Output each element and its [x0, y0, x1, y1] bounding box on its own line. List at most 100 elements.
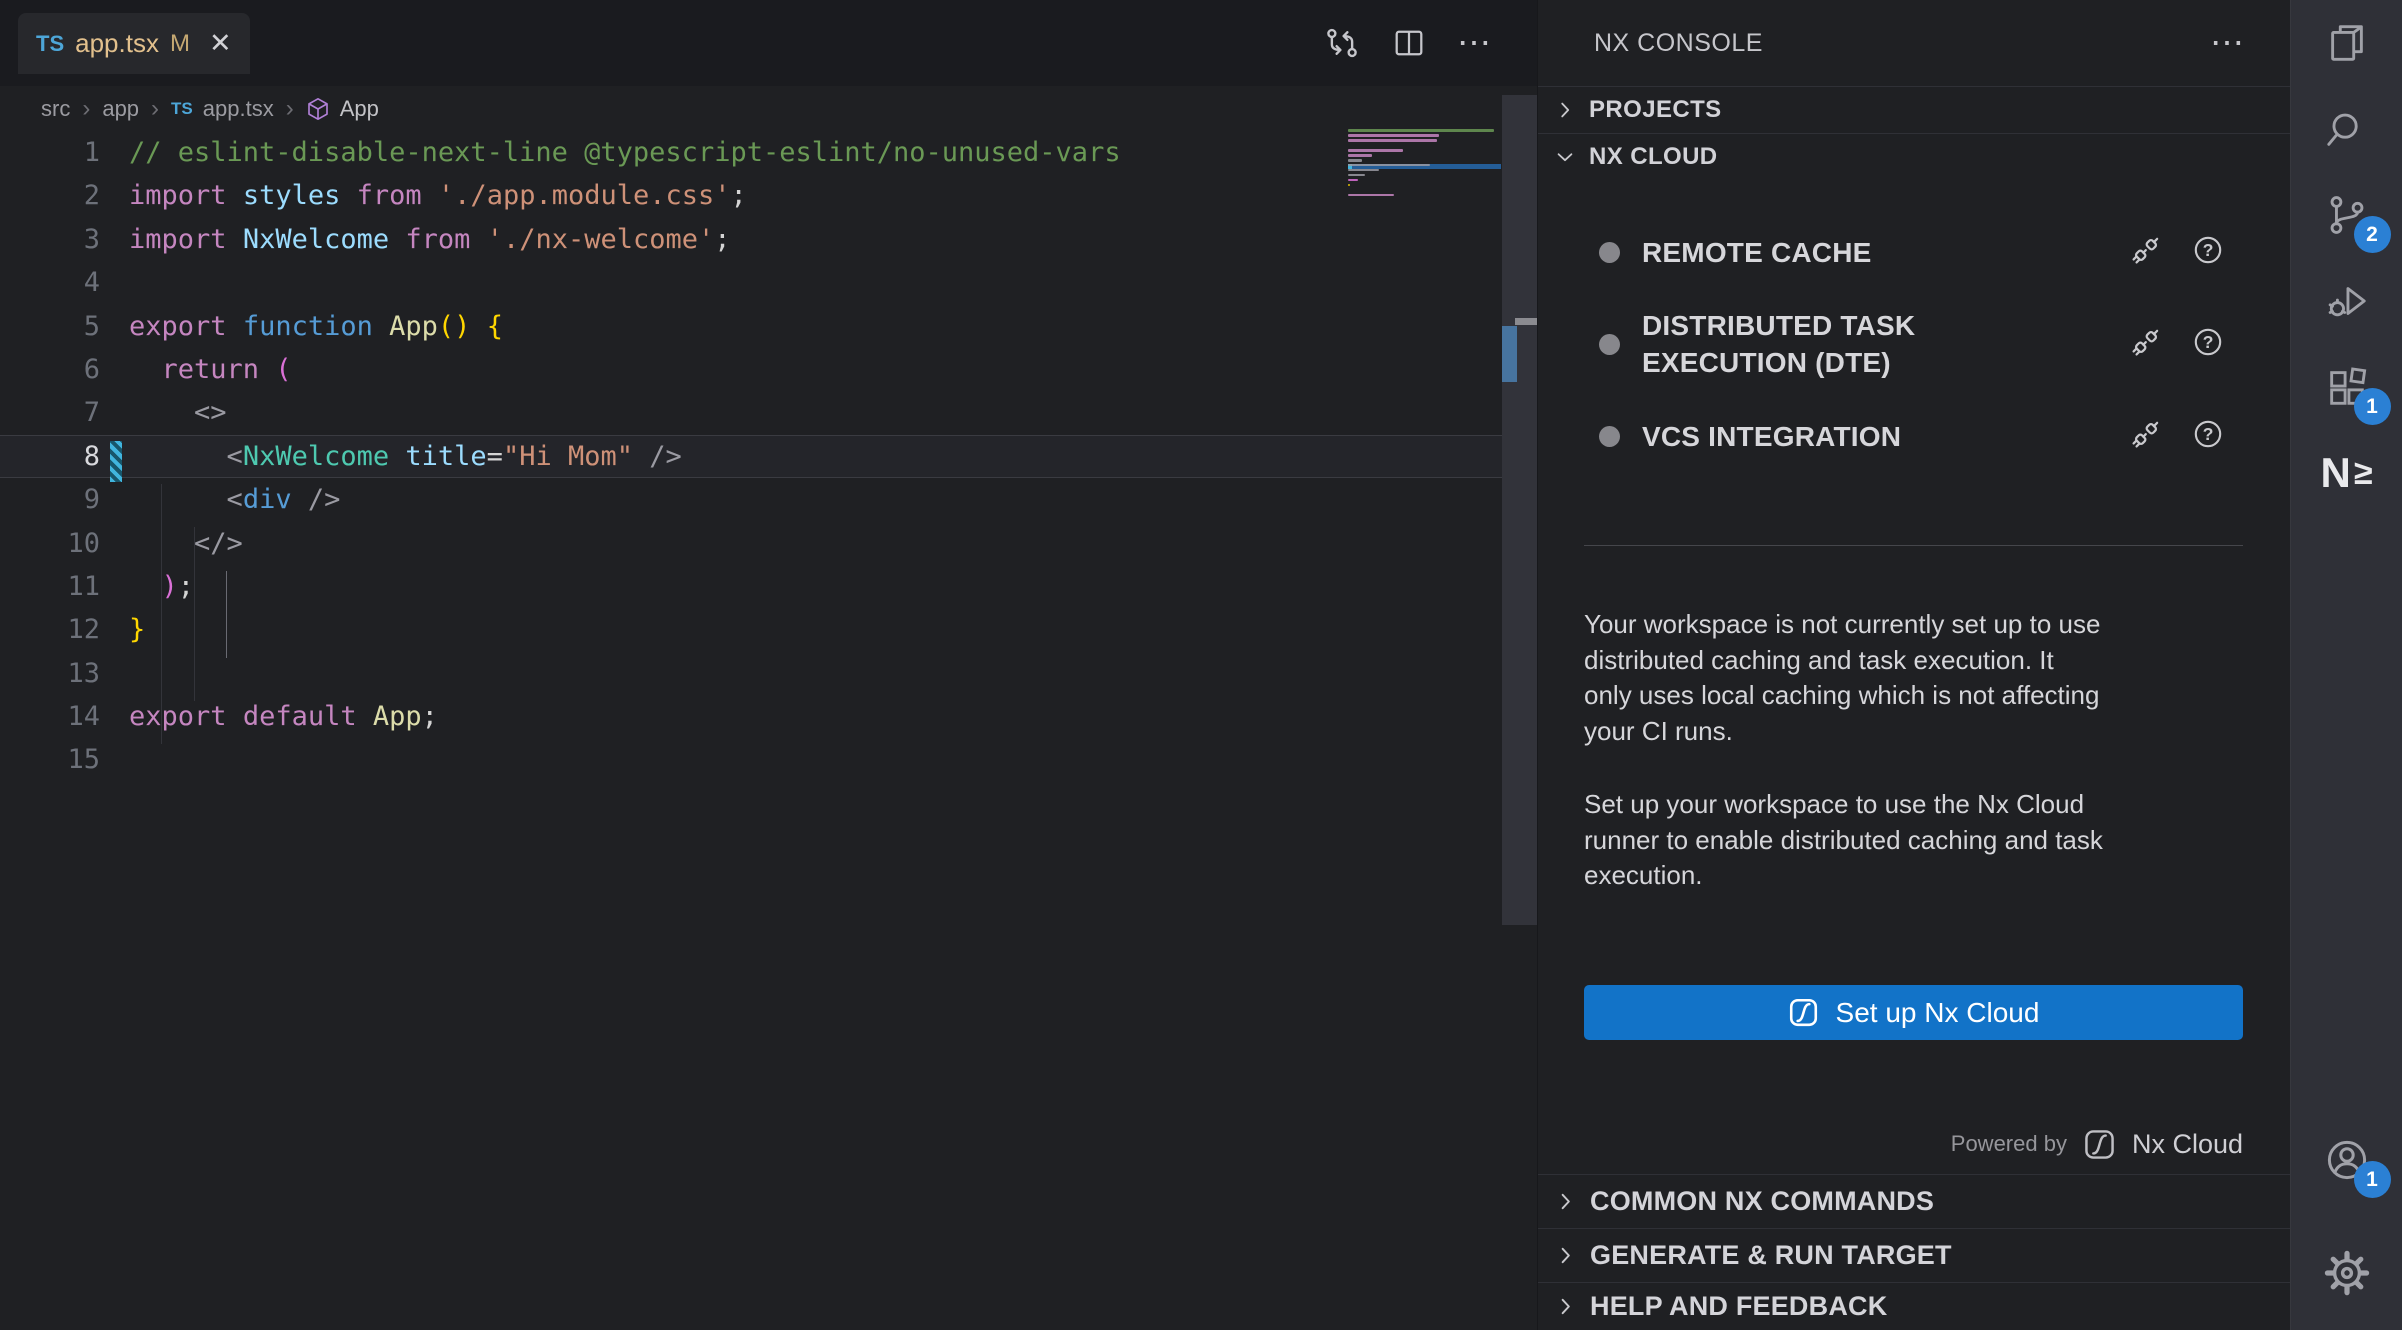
code-line-6[interactable]: 6 return (: [0, 348, 1537, 391]
feature-label: DISTRIBUTED TASK EXECUTION (DTE): [1642, 307, 1987, 381]
activity-bar: 2 1 N ≥ 1: [2290, 0, 2402, 1330]
chevron-down-icon: [1554, 146, 1576, 168]
section-projects-label: PROJECTS: [1589, 96, 1722, 124]
extensions-icon[interactable]: 1: [2291, 344, 2402, 430]
badge: 1: [2354, 388, 2391, 425]
indent-guide-active: [226, 571, 227, 658]
feature-label: VCS INTEGRATION: [1642, 418, 1901, 455]
section-label: GENERATE & RUN TARGET: [1590, 1240, 1952, 1271]
line-number: 14: [0, 695, 100, 738]
more-actions-icon[interactable]: ⋯: [1457, 26, 1493, 60]
activity-bar-bottom: 1: [2291, 1117, 2402, 1330]
connect-plug-icon[interactable]: [2128, 416, 2164, 457]
code-text: [100, 652, 129, 695]
explorer-icon[interactable]: [2291, 0, 2402, 86]
minimap-line: [1348, 139, 1437, 142]
breadcrumb-separator: ›: [151, 95, 159, 123]
tab-bar: TS app.tsx M ✕ ⋯: [0, 0, 1537, 86]
code-line-14[interactable]: 14export default App;: [0, 695, 1537, 738]
code-line-7[interactable]: 7 <>: [0, 391, 1537, 434]
line-number: 4: [0, 261, 100, 304]
section-projects[interactable]: PROJECTS: [1538, 86, 2290, 133]
line-number: 7: [0, 391, 100, 434]
setup-hint-text: Set up your workspace to use the Nx Clou…: [1584, 787, 2260, 894]
minimap-line: [1348, 149, 1403, 152]
vscode-window: TS app.tsx M ✕ ⋯: [0, 0, 2402, 1330]
minimap-line: [1348, 129, 1494, 132]
code-line-8[interactable]: 8 <NxWelcome title="Hi Mom" />: [0, 435, 1537, 478]
indent-guide: [194, 527, 195, 701]
section-generate-run-target[interactable]: GENERATE & RUN TARGET: [1538, 1228, 2290, 1282]
editor-scrollbar[interactable]: [1502, 95, 1537, 925]
nx-logo-n: N: [2320, 452, 2350, 494]
nx-console-icon[interactable]: N ≥: [2291, 430, 2402, 516]
help-question-icon[interactable]: ?: [2191, 417, 2225, 456]
code-line-4[interactable]: 4: [0, 261, 1537, 304]
code-line-15[interactable]: 15: [0, 738, 1537, 781]
code-text: export function App() {: [100, 305, 503, 348]
source-control-icon[interactable]: 2: [2291, 172, 2402, 258]
minimap-line: [1348, 179, 1358, 182]
connect-plug-icon[interactable]: [2128, 324, 2164, 365]
code-line-2[interactable]: 2import styles from './app.module.css';: [0, 174, 1537, 217]
run-debug-icon[interactable]: [2291, 258, 2402, 344]
code-line-10[interactable]: 10 </>: [0, 522, 1537, 565]
section-help-and-feedback[interactable]: HELP AND FEEDBACK: [1538, 1282, 2290, 1330]
svg-text:?: ?: [2203, 332, 2214, 352]
code-text: [100, 738, 129, 781]
connect-plug-icon[interactable]: [2128, 232, 2164, 273]
svg-text:?: ?: [2203, 240, 2214, 260]
section-nx-cloud[interactable]: NX CLOUD: [1538, 133, 2290, 180]
breadcrumb-symbol[interactable]: App: [340, 96, 379, 122]
scrollbar-slider[interactable]: [1515, 318, 1537, 325]
line-number: 9: [0, 478, 100, 521]
tab-filename: app.tsx: [75, 28, 159, 59]
line-number: 6: [0, 348, 100, 391]
bottom-sections: COMMON NX COMMANDS GENERATE & RUN TARGET…: [1538, 1174, 2290, 1330]
code-line-1[interactable]: 1// eslint-disable-next-line @typescript…: [0, 131, 1537, 174]
tab-app-tsx[interactable]: TS app.tsx M ✕: [18, 13, 250, 74]
code-area[interactable]: 1// eslint-disable-next-line @typescript…: [0, 131, 1537, 782]
code-line-12[interactable]: 12}: [0, 608, 1537, 651]
help-question-icon[interactable]: ?: [2191, 233, 2225, 272]
feature-label: REMOTE CACHE: [1642, 234, 1872, 271]
line-number: 15: [0, 738, 100, 781]
content-divider: [1584, 545, 2243, 546]
search-icon[interactable]: [2291, 86, 2402, 172]
bullet-icon: [1599, 334, 1620, 355]
setup-nx-cloud-button[interactable]: Set up Nx Cloud: [1584, 985, 2243, 1040]
section-nx-cloud-label: NX CLOUD: [1589, 143, 1718, 171]
code-text: </>: [100, 522, 243, 565]
panel-more-actions-icon[interactable]: ⋯: [2210, 26, 2246, 60]
code-text: import styles from './app.module.css';: [100, 174, 747, 217]
breadcrumb-file[interactable]: app.tsx: [203, 96, 274, 122]
section-common-nx-commands[interactable]: COMMON NX COMMANDS: [1538, 1174, 2290, 1228]
code-text: }: [100, 608, 145, 651]
line-number: 3: [0, 218, 100, 261]
code-text: // eslint-disable-next-line @typescript-…: [100, 131, 1121, 174]
breadcrumb-src[interactable]: src: [41, 96, 70, 122]
feature-actions: ?: [2128, 232, 2225, 273]
panel-title: NX CONSOLE: [1594, 29, 1763, 58]
minimap-line: [1348, 159, 1362, 162]
workspace-status-text: Your workspace is not currently set up t…: [1584, 607, 2260, 749]
indent-guide: [161, 484, 162, 744]
breadcrumb-app[interactable]: app: [102, 96, 139, 122]
settings-gear-icon[interactable]: [2291, 1230, 2402, 1316]
breadcrumb: src › app › TS app.tsx › App: [0, 86, 1537, 131]
split-editor-icon[interactable]: [1391, 25, 1427, 61]
line-number: 13: [0, 652, 100, 695]
code-line-9[interactable]: 9 <div />: [0, 478, 1537, 521]
code-line-13[interactable]: 13: [0, 652, 1537, 695]
minimap[interactable]: [1348, 129, 1501, 207]
line-number: 5: [0, 305, 100, 348]
code-line-5[interactable]: 5export function App() {: [0, 305, 1537, 348]
accounts-icon[interactable]: 1: [2291, 1117, 2402, 1203]
close-icon[interactable]: ✕: [209, 30, 232, 57]
code-line-11[interactable]: 11 );: [0, 565, 1537, 608]
help-question-icon[interactable]: ?: [2191, 325, 2225, 364]
chevron-right-icon: [1554, 99, 1576, 121]
code-line-3[interactable]: 3import NxWelcome from './nx-welcome';: [0, 218, 1537, 261]
open-changes-icon[interactable]: [1323, 24, 1361, 62]
line-number: 12: [0, 608, 100, 651]
